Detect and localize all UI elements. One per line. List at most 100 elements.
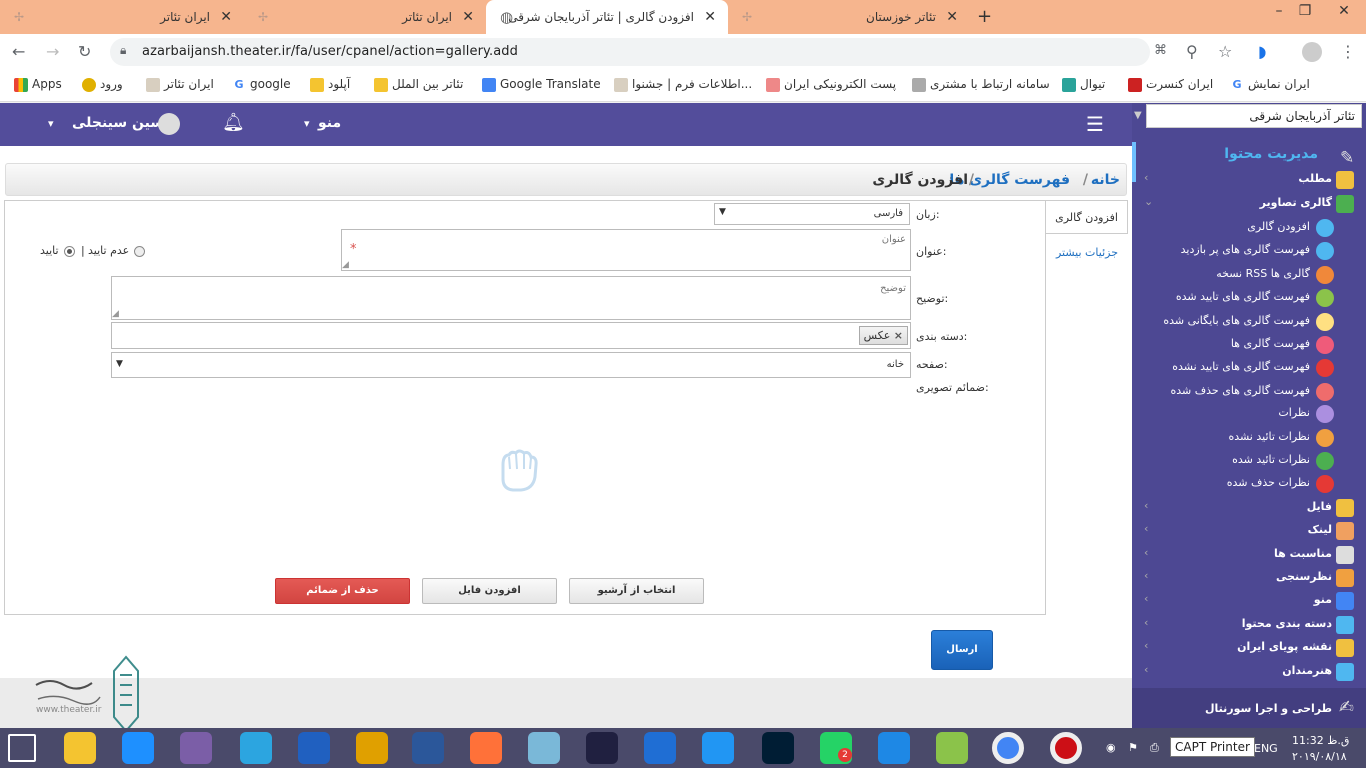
sidebar-item[interactable]: فهرست گالری های بایگانی شده [1132, 311, 1366, 333]
maximize-button[interactable]: ❐ [1290, 0, 1320, 26]
sidebar-item[interactable]: فهرست گالری ها [1132, 334, 1366, 356]
breadcrumb-home[interactable]: خانه [1091, 172, 1120, 188]
sidebar-item[interactable]: گالری تصاویر ⌄ [1132, 193, 1366, 215]
bell-icon[interactable]: 🔔︎ [222, 112, 245, 133]
description-field[interactable]: توضیح ◢ [111, 276, 911, 320]
start-icon[interactable] [8, 734, 36, 762]
file-explorer-icon[interactable] [64, 732, 96, 764]
extension-icon[interactable]: ◗ [1258, 42, 1266, 61]
paint-icon[interactable] [936, 732, 968, 764]
wifi-icon[interactable] [878, 732, 910, 764]
power-icon[interactable]: ⚑ [1128, 741, 1138, 754]
sidebar-item[interactable]: نظرات تائید شده [1132, 450, 1366, 472]
tab-more-details[interactable]: جزئیات بیشتر [1046, 236, 1128, 270]
bookmark-iran-namayesh[interactable]: G ایران نمایش [1230, 77, 1310, 92]
sidebar-item[interactable]: لینک ‹ [1132, 520, 1366, 542]
site-select[interactable]: تئاتر آذربایجان شرقی [1146, 104, 1362, 128]
visual-studio-icon[interactable] [180, 732, 212, 764]
shield-icon[interactable] [298, 732, 330, 764]
browser-tab[interactable]: ✢ ایران تئاتر ✕ [244, 0, 486, 34]
title-field[interactable]: عنوان * ◢ [341, 229, 911, 271]
close-icon[interactable]: ✕ [462, 9, 474, 25]
chevron-left-icon[interactable]: ‹ [1144, 171, 1148, 184]
browser-tab[interactable]: ✢ تئاتر خوزستان ✕ [728, 0, 970, 34]
chevron-down-icon[interactable]: ▾ [48, 117, 54, 130]
star-icon[interactable]: ☆ [1218, 42, 1232, 61]
avatar[interactable] [158, 113, 180, 135]
bookmark-intl-theater[interactable]: تئاتر بین الملل [374, 77, 463, 92]
ie-icon[interactable] [122, 732, 154, 764]
sidebar-item[interactable]: نظرات حذف شده [1132, 473, 1366, 495]
sidebar-item[interactable]: افزودن گالری [1132, 217, 1366, 239]
bookmark-google-translate[interactable]: Google Translate [482, 77, 601, 92]
tab-add-gallery[interactable]: افزودن گالری [1046, 200, 1128, 234]
approve-radio[interactable] [64, 246, 75, 257]
address-bar[interactable]: 🔒︎ azarbaijansh.theater.ir/fa/user/cpane… [110, 38, 1167, 66]
sidebar-item[interactable]: دسته بندی محتوا ‹ [1132, 614, 1366, 636]
close-icon[interactable]: ✕ [946, 9, 958, 25]
sidebar-item[interactable]: هنرمندان ‹ [1132, 661, 1366, 683]
chevron-left-icon[interactable]: ‹ [1144, 663, 1148, 676]
clock-time[interactable]: 11:32 ق.ظ [1292, 734, 1349, 747]
chevron-left-icon[interactable]: ‹ [1144, 499, 1148, 512]
notepad-icon[interactable] [528, 732, 560, 764]
back-icon[interactable]: ← [12, 42, 25, 61]
resize-handle-icon[interactable]: ◢ [112, 309, 119, 319]
bookmark-iran-post[interactable]: پست الکترونیکی ایران [766, 77, 896, 92]
language-indicator[interactable]: ENG [1254, 742, 1278, 755]
chevron-left-icon[interactable]: ‹ [1144, 639, 1148, 652]
opera-icon[interactable] [1050, 732, 1082, 764]
photoshop-icon[interactable] [762, 732, 794, 764]
bookmark-iran-theater[interactable]: ایران تئاتر [146, 77, 214, 92]
pen-icon[interactable] [586, 732, 618, 764]
sidebar-item[interactable]: فهرست گالری های پر بازدید [1132, 240, 1366, 262]
printer-icon[interactable]: ⎙ [1150, 741, 1159, 755]
window-close-button[interactable]: ✕ [1322, 0, 1366, 26]
bookmark-google[interactable]: Ggoogle [232, 77, 291, 92]
new-tab-button[interactable]: + [977, 6, 992, 27]
browser-tab-active[interactable]: ◍ افزودن گالری | تئاتر آذربایجان شرقی ✕ [486, 0, 728, 34]
clock-date[interactable]: ۲۰۱۹/۰۸/۱۸ [1292, 750, 1347, 763]
tag-remove-icon[interactable]: × [894, 329, 903, 342]
bookmark-customer-system[interactable]: سامانه ارتباط با مشتری [912, 77, 1050, 92]
language-select[interactable]: فارسی ▼ [714, 203, 910, 225]
sidebar-item[interactable]: نظرات تائید نشده [1132, 427, 1366, 449]
chevron-left-icon[interactable]: ‹ [1144, 569, 1148, 582]
more-menu-icon[interactable]: ⋮ [1340, 42, 1356, 61]
category-field[interactable]: عکس × [111, 322, 911, 349]
chrome-icon[interactable] [992, 732, 1024, 764]
bookmark-iran-concert[interactable]: ایران کنسرت [1128, 77, 1213, 92]
winamp-icon[interactable] [356, 732, 388, 764]
add-file-button[interactable]: افزودن فایل [422, 578, 557, 604]
sidebar-item[interactable]: فهرست گالری های تایید شده [1132, 287, 1366, 309]
chevron-down-icon[interactable]: ⌄ [1144, 195, 1153, 208]
reload-icon[interactable]: ↻ [78, 42, 91, 61]
firefox-icon[interactable] [470, 732, 502, 764]
word-icon[interactable] [412, 732, 444, 764]
forward-icon[interactable]: → [46, 42, 59, 61]
telegram-icon[interactable] [240, 732, 272, 764]
sidebar-item[interactable]: نظرات [1132, 403, 1366, 425]
app-icon[interactable] [644, 732, 676, 764]
chevron-left-icon[interactable]: ‹ [1144, 592, 1148, 605]
bookmark-tiwall[interactable]: تیوال [1062, 77, 1105, 92]
close-icon[interactable]: ✕ [220, 9, 232, 25]
sidebar-item[interactable]: نسخه RSS گالری ها [1132, 264, 1366, 286]
sidebar-item[interactable]: مناسبت ها ‹ [1132, 544, 1366, 566]
chevron-left-icon[interactable]: ‹ [1144, 616, 1148, 629]
sidebar-item[interactable]: نقشه پویای ایران ‹ [1132, 637, 1366, 659]
hamburger-icon[interactable]: ☰ [1086, 112, 1104, 136]
translate-icon[interactable]: ⌘ [1154, 43, 1167, 58]
select-from-archive-button[interactable]: انتخاب از آرشیو [569, 578, 704, 604]
sidebar-item[interactable]: فهرست گالری های حذف شده [1132, 381, 1366, 403]
resize-handle-icon[interactable]: ◢ [342, 260, 349, 270]
chevron-left-icon[interactable]: ‹ [1144, 546, 1148, 559]
close-icon[interactable]: ✕ [704, 9, 716, 25]
sidebar-item[interactable]: فهرست گالری های تایید نشده [1132, 357, 1366, 379]
profile-avatar[interactable] [1302, 42, 1322, 62]
browser-tab[interactable]: ✢ ایران تئاتر ✕ [0, 0, 244, 34]
page-select[interactable]: خانه ▼ [111, 352, 911, 378]
sidebar-item[interactable]: مطلب ‹ [1132, 169, 1366, 191]
share-icon[interactable] [702, 732, 734, 764]
chevron-down-icon[interactable]: ▾ [304, 117, 310, 130]
